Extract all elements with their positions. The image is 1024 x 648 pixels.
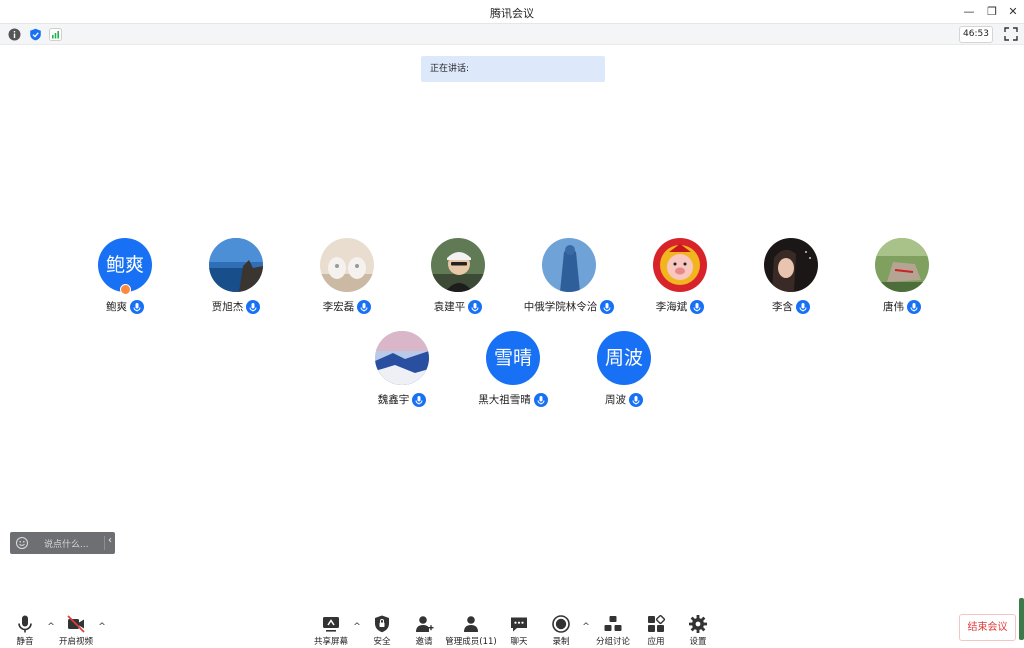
manage-members-button[interactable]: 管理成员(11) (442, 614, 500, 647)
chat-label: 聊天 (510, 637, 528, 647)
breakout-rooms-button[interactable]: 分组讨论 (590, 614, 636, 647)
participant-name: 李含 (772, 301, 793, 313)
participant-tile[interactable]: 中俄学院林令洽 (514, 238, 624, 318)
window-title: 腾讯会议 (490, 7, 534, 20)
mute-button[interactable]: 静音 (2, 614, 48, 647)
video-options-caret[interactable]: ^ (97, 622, 107, 632)
security-button[interactable]: 安全 (359, 614, 405, 647)
emoji-icon[interactable] (16, 537, 28, 549)
invite-button[interactable]: 邀请 (401, 614, 447, 647)
settings-button[interactable]: 设置 (675, 614, 721, 647)
avatar: 周波 (597, 331, 651, 385)
participant-name: 黑大祖雪晴 (478, 394, 531, 406)
breakout-label: 分组讨论 (595, 637, 630, 647)
participant-tile[interactable]: 李宏磊 (292, 238, 402, 318)
meeting-window: 腾讯会议 — ❐ ✕ 46:53 正在讲话: 鲍爽 鲍爽 贾旭杰 李宏磊 袁建平… (0, 0, 1024, 648)
breakout-icon (604, 616, 622, 631)
video-off-icon (67, 615, 85, 633)
bottom-toolbar: 静音 ^ 开启视频 ^ 共享屏幕 ^ 安全 邀请 管理成员(11) 聊天 录制 … (0, 606, 1024, 648)
avatar: 雪晴 (486, 331, 540, 385)
security-shield-icon (375, 615, 389, 633)
record-icon (552, 615, 570, 633)
participant-tile[interactable]: 魏鑫宇 (347, 331, 457, 411)
invite-user-icon (416, 616, 434, 632)
record-button[interactable]: 录制 (538, 614, 584, 647)
participant-tile[interactable]: 雪晴 黑大祖雪晴 (458, 331, 568, 411)
participant-name: 魏鑫宇 (377, 394, 410, 406)
minimize-button[interactable]: — (960, 3, 978, 21)
info-bar: 46:53 (0, 24, 1024, 45)
participant-name: 李海斌 (655, 301, 688, 313)
mic-muted-icon[interactable] (796, 299, 810, 314)
participant-tile[interactable]: 周波 周波 (569, 331, 679, 411)
mic-muted-icon[interactable] (600, 299, 615, 314)
mic-muted-icon[interactable] (468, 299, 483, 314)
start-video-button[interactable]: 开启视频 (53, 614, 99, 647)
chat-input-field[interactable]: 说点什么... (44, 537, 89, 550)
mic-muted-icon[interactable] (690, 299, 705, 314)
avatar (375, 331, 429, 385)
chat-button[interactable]: 聊天 (496, 614, 542, 647)
gear-icon (689, 615, 707, 633)
avatar (209, 238, 263, 292)
record-label: 录制 (552, 637, 570, 647)
share-screen-button[interactable]: 共享屏幕 (308, 614, 354, 647)
mute-label: 静音 (16, 637, 34, 647)
collapse-chat-button[interactable]: ‹ (108, 535, 112, 546)
participant-tile[interactable]: 鲍爽 鲍爽 (70, 238, 180, 318)
participant-name: 贾旭杰 (211, 301, 244, 313)
chat-bubble-icon (511, 617, 527, 632)
participant-name: 唐伟 (883, 301, 904, 313)
share-screen-icon (323, 617, 339, 632)
avatar (875, 238, 929, 292)
info-icon[interactable] (8, 28, 21, 41)
avatar (542, 238, 596, 292)
participant-name: 李宏磊 (322, 301, 355, 313)
avatar (431, 238, 485, 292)
mic-muted-icon[interactable] (130, 299, 144, 314)
members-label: 管理成员(11) (445, 637, 497, 647)
mic-muted-icon[interactable] (246, 299, 261, 314)
avatar (764, 238, 818, 292)
mic-muted-icon[interactable] (357, 299, 372, 314)
divider (104, 536, 105, 550)
restore-button[interactable]: ❐ (983, 3, 1001, 21)
participant-name: 中俄学院林令洽 (523, 301, 598, 313)
apps-label: 应用 (647, 637, 665, 647)
mic-muted-icon[interactable] (907, 299, 921, 314)
security-label: 安全 (373, 637, 391, 647)
settings-label: 设置 (689, 637, 707, 647)
invite-label: 邀请 (415, 637, 433, 647)
participant-tile[interactable]: 李海斌 (625, 238, 735, 318)
title-bar: 腾讯会议 — ❐ ✕ (0, 0, 1024, 24)
participant-name: 袁建平 (433, 301, 466, 313)
microphone-icon (18, 615, 32, 633)
host-badge-icon (120, 284, 131, 295)
participant-tile[interactable]: 李含 (736, 238, 846, 318)
end-meeting-button[interactable]: 结束会议 (959, 614, 1016, 641)
participant-tile[interactable]: 唐伟 (847, 238, 957, 318)
mic-muted-icon[interactable] (533, 392, 548, 407)
avatar (320, 238, 374, 292)
mic-muted-icon[interactable] (629, 392, 643, 407)
fullscreen-icon[interactable] (1004, 27, 1018, 41)
avatar (653, 238, 707, 292)
participant-name: 周波 (605, 394, 626, 406)
participant-tile[interactable]: 袁建平 (403, 238, 513, 318)
shield-icon[interactable] (29, 28, 42, 41)
members-icon (464, 616, 478, 632)
speaking-indicator: 正在讲话: (421, 56, 605, 82)
share-label: 共享屏幕 (313, 637, 348, 647)
apps-grid-icon (648, 614, 666, 632)
video-label: 开启视频 (58, 637, 93, 647)
chat-input-box[interactable]: 说点什么... ‹ (10, 532, 115, 554)
apps-button[interactable]: 应用 (633, 614, 679, 647)
side-edge-handle (1019, 598, 1024, 640)
participant-tile[interactable]: 贾旭杰 (181, 238, 291, 318)
mic-muted-icon[interactable] (412, 392, 427, 407)
participant-name: 鲍爽 (106, 301, 127, 313)
close-button[interactable]: ✕ (1004, 3, 1022, 21)
signal-icon[interactable] (49, 28, 62, 41)
meeting-timer: 46:53 (959, 26, 993, 43)
